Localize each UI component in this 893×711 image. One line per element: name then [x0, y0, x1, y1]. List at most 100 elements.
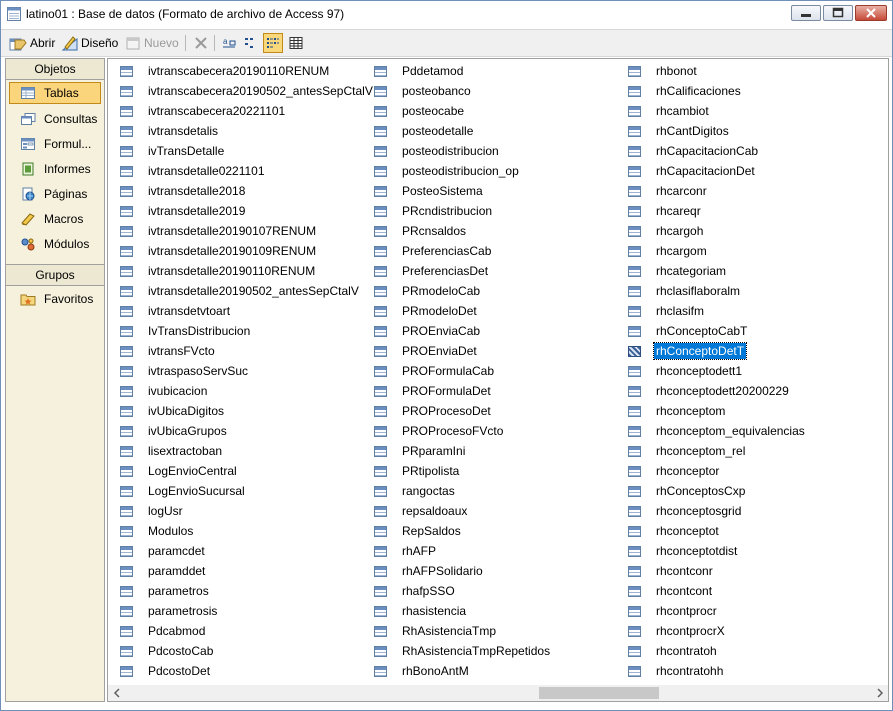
- table-item[interactable]: rhCapacitacionDet: [616, 161, 807, 181]
- table-item[interactable]: lisextractoban: [108, 441, 375, 461]
- table-item[interactable]: parametrosis: [108, 601, 375, 621]
- table-item[interactable]: rhasistencia: [362, 601, 552, 621]
- table-item[interactable]: rhafpSSO: [362, 581, 552, 601]
- table-item[interactable]: rhcontratohh: [616, 661, 807, 681]
- table-item[interactable]: rhBonoAntM: [362, 661, 552, 681]
- list-view-button[interactable]: [263, 33, 283, 53]
- table-item[interactable]: Modulos: [108, 521, 375, 541]
- table-item[interactable]: PROFormulaDet: [362, 381, 552, 401]
- table-item[interactable]: rhcambiot: [616, 101, 807, 121]
- table-item[interactable]: rhcontcont: [616, 581, 807, 601]
- sidebar-item-reports[interactable]: Informes: [6, 156, 104, 181]
- table-item[interactable]: PRparamIni: [362, 441, 552, 461]
- table-item[interactable]: ivtransdetalle20190110RENUM: [108, 261, 375, 281]
- groups-group-header[interactable]: Grupos: [6, 264, 104, 286]
- small-icons-view-button[interactable]: [241, 33, 261, 53]
- table-item[interactable]: rhconceptosgrid: [616, 501, 807, 521]
- table-item[interactable]: rhcontprocr: [616, 601, 807, 621]
- open-button[interactable]: Abrir: [9, 33, 55, 53]
- close-button[interactable]: [855, 5, 887, 21]
- table-item[interactable]: paramddet: [108, 561, 375, 581]
- table-item[interactable]: LogEnvioCentral: [108, 461, 375, 481]
- table-item[interactable]: PosteoSistema: [362, 181, 552, 201]
- table-item[interactable]: ivtransdetalle20190107RENUM: [108, 221, 375, 241]
- table-item[interactable]: posteodistribucion_op: [362, 161, 552, 181]
- table-item[interactable]: ivtransdetalle2019: [108, 201, 375, 221]
- table-item[interactable]: rhconceptot: [616, 521, 807, 541]
- table-item[interactable]: rhconceptom_equivalencias: [616, 421, 807, 441]
- table-item[interactable]: posteobanco: [362, 81, 552, 101]
- sidebar-item-macros[interactable]: Macros: [6, 206, 104, 231]
- table-item[interactable]: ivtransdetalle20190109RENUM: [108, 241, 375, 261]
- details-view-button[interactable]: [286, 33, 306, 53]
- table-item[interactable]: rhcarconr: [616, 181, 807, 201]
- table-item[interactable]: Pdcabmod: [108, 621, 375, 641]
- table-item[interactable]: rhcareqr: [616, 201, 807, 221]
- table-item[interactable]: rhcargom: [616, 241, 807, 261]
- table-item[interactable]: PRmodeloCab: [362, 281, 552, 301]
- scroll-right-button[interactable]: [871, 685, 888, 701]
- table-item[interactable]: PRcnsaldos: [362, 221, 552, 241]
- table-item[interactable]: RepSaldos: [362, 521, 552, 541]
- table-item[interactable]: ivtransdetvtoart: [108, 301, 375, 321]
- minimize-button[interactable]: [791, 5, 821, 21]
- scroll-left-button[interactable]: [108, 685, 125, 701]
- table-item[interactable]: PdcostoCab: [108, 641, 375, 661]
- table-item[interactable]: rhconceptom: [616, 401, 807, 421]
- table-item[interactable]: ivtransdetalle2018: [108, 181, 375, 201]
- table-item[interactable]: PROEnviaDet: [362, 341, 552, 361]
- table-item[interactable]: ivUbicaGrupos: [108, 421, 375, 441]
- table-item[interactable]: ivtransdetalis: [108, 121, 375, 141]
- table-item[interactable]: posteodetalle: [362, 121, 552, 141]
- table-item[interactable]: ivtraspasoServSuc: [108, 361, 375, 381]
- sidebar-item-pages[interactable]: Páginas: [6, 181, 104, 206]
- sidebar-group-favorites[interactable]: Favoritos: [6, 286, 104, 311]
- table-item[interactable]: rhconceptom_rel: [616, 441, 807, 461]
- table-item[interactable]: LogEnvioSucursal: [108, 481, 375, 501]
- table-item[interactable]: logUsr: [108, 501, 375, 521]
- sidebar-item-forms[interactable]: Formul...: [6, 131, 104, 156]
- table-item[interactable]: PROFormulaCab: [362, 361, 552, 381]
- sidebar-item-queries[interactable]: Consultas: [6, 106, 104, 131]
- table-item[interactable]: rangoctas: [362, 481, 552, 501]
- table-item[interactable]: rhcategoriam: [616, 261, 807, 281]
- table-item[interactable]: parametros: [108, 581, 375, 601]
- table-item[interactable]: PRcndistribucion: [362, 201, 552, 221]
- table-item[interactable]: Pddetamod: [362, 61, 552, 81]
- table-item[interactable]: rhCapacitacionCab: [616, 141, 807, 161]
- table-item[interactable]: rhclasifm: [616, 301, 807, 321]
- table-item[interactable]: PROEnviaCab: [362, 321, 552, 341]
- table-item[interactable]: PROProcesoFVcto: [362, 421, 552, 441]
- table-item[interactable]: repsaldoaux: [362, 501, 552, 521]
- table-item[interactable]: rhAFP: [362, 541, 552, 561]
- table-item[interactable]: rhclasiflaboralm: [616, 281, 807, 301]
- large-icons-view-button[interactable]: a: [219, 33, 239, 53]
- table-item[interactable]: rhcontconr: [616, 561, 807, 581]
- horizontal-scrollbar[interactable]: [107, 685, 889, 702]
- scrollbar-thumb[interactable]: [539, 687, 659, 699]
- table-item[interactable]: ivUbicaDigitos: [108, 401, 375, 421]
- table-item[interactable]: PreferenciasDet: [362, 261, 552, 281]
- objects-group-header[interactable]: Objetos: [6, 59, 104, 80]
- table-item[interactable]: rhbonot: [616, 61, 807, 81]
- table-item[interactable]: rhConceptoDetT: [616, 341, 807, 361]
- new-button[interactable]: Nuevo: [125, 33, 179, 53]
- table-item[interactable]: ivtranscabecera20190110RENUM: [108, 61, 375, 81]
- table-item[interactable]: ivtransFVcto: [108, 341, 375, 361]
- table-item[interactable]: posteocabe: [362, 101, 552, 121]
- table-item[interactable]: posteodistribucion: [362, 141, 552, 161]
- sidebar-item-modules[interactable]: Módulos: [6, 231, 104, 256]
- table-item[interactable]: RhAsistenciaTmp: [362, 621, 552, 641]
- table-item[interactable]: PreferenciasCab: [362, 241, 552, 261]
- table-item[interactable]: ivTransDetalle: [108, 141, 375, 161]
- table-item[interactable]: rhConceptoCabT: [616, 321, 807, 341]
- table-item[interactable]: rhCalificaciones: [616, 81, 807, 101]
- table-item[interactable]: rhconceptodett1: [616, 361, 807, 381]
- table-item[interactable]: PdcostoDet: [108, 661, 375, 681]
- table-item[interactable]: rhconceptotdist: [616, 541, 807, 561]
- sidebar-item-tables[interactable]: Tablas: [9, 82, 101, 104]
- delete-button[interactable]: [191, 33, 211, 53]
- table-item[interactable]: RhAsistenciaTmpRepetidos: [362, 641, 552, 661]
- table-item[interactable]: ivtranscabecera20221101: [108, 101, 375, 121]
- table-item[interactable]: PRmodeloDet: [362, 301, 552, 321]
